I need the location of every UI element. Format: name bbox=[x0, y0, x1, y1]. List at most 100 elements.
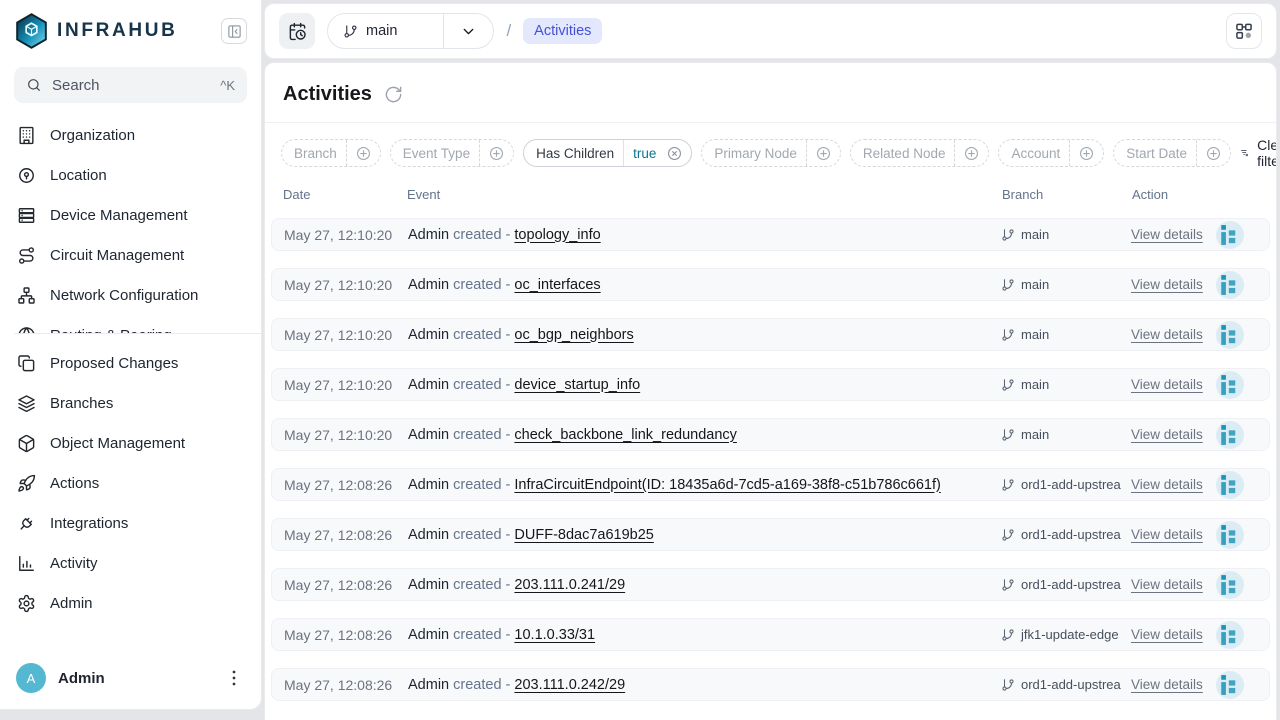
related-tree-button[interactable] bbox=[1216, 271, 1244, 299]
filter-chip-has-children[interactable]: Has Children true bbox=[523, 139, 692, 167]
activity-row: May 27, 12:08:26 Admin created - InfraCi… bbox=[271, 468, 1270, 501]
user-name: Admin bbox=[58, 670, 105, 687]
row-object-link[interactable]: 203.111.0.241/29 bbox=[514, 577, 625, 593]
related-tree-button[interactable] bbox=[1216, 621, 1244, 649]
panel-left-close-icon bbox=[227, 24, 242, 39]
sidebar-item-routing-peering[interactable]: Routing & Peering bbox=[0, 315, 261, 333]
column-header-event: Event bbox=[407, 187, 1002, 202]
clear-filters-button[interactable]: Clear filters bbox=[1240, 137, 1277, 169]
git-branch-icon bbox=[1001, 428, 1015, 442]
filter-chip-related-node[interactable]: Related Node bbox=[850, 139, 990, 167]
schema-button[interactable] bbox=[1226, 13, 1262, 49]
add-filter-button[interactable] bbox=[347, 146, 380, 161]
related-tree-button[interactable] bbox=[1216, 371, 1244, 399]
view-details-link[interactable]: View details bbox=[1131, 227, 1203, 242]
search-input[interactable]: Search ^K bbox=[14, 67, 247, 103]
branch-selector[interactable]: main bbox=[327, 13, 494, 49]
network-icon bbox=[17, 286, 36, 305]
view-details-link[interactable]: View details bbox=[1131, 577, 1203, 592]
related-tree-button[interactable] bbox=[1216, 671, 1244, 699]
breadcrumb[interactable]: Activities bbox=[523, 18, 602, 44]
row-verb: created - bbox=[453, 527, 510, 543]
row-object-link[interactable]: oc_bgp_neighbors bbox=[514, 327, 633, 343]
brand-title: INFRAHUB bbox=[57, 20, 178, 42]
column-header-action: Action bbox=[1132, 187, 1258, 202]
view-details-link[interactable]: View details bbox=[1131, 477, 1203, 492]
row-object-link[interactable]: device_startup_info bbox=[514, 377, 640, 393]
add-filter-button[interactable] bbox=[955, 146, 988, 161]
sidebar-item-location[interactable]: Location bbox=[0, 155, 261, 195]
related-tree-button[interactable] bbox=[1216, 421, 1244, 449]
remove-filter-button[interactable] bbox=[658, 146, 691, 161]
add-filter-button[interactable] bbox=[1197, 146, 1230, 161]
git-branch-icon bbox=[1001, 328, 1015, 342]
activity-row: May 27, 12:08:26 Admin created - 10.1.0.… bbox=[271, 618, 1270, 651]
view-details-link[interactable]: View details bbox=[1131, 427, 1203, 442]
sidebar-item-branches[interactable]: Branches bbox=[0, 383, 261, 423]
row-date: May 27, 12:08:26 bbox=[284, 677, 408, 693]
list-tree-icon bbox=[1216, 271, 1244, 299]
filter-chip-event-type[interactable]: Event Type bbox=[390, 139, 514, 167]
view-details-link[interactable]: View details bbox=[1131, 677, 1203, 692]
git-branch-icon bbox=[1001, 228, 1015, 242]
related-tree-button[interactable] bbox=[1216, 221, 1244, 249]
sidebar-item-device-management[interactable]: Device Management bbox=[0, 195, 261, 235]
related-tree-button[interactable] bbox=[1216, 471, 1244, 499]
row-object-link[interactable]: check_backbone_link_redundancy bbox=[514, 427, 737, 443]
activity-row: May 27, 12:08:26 Admin created - DUFF-8d… bbox=[271, 518, 1270, 551]
add-filter-button[interactable] bbox=[1070, 146, 1103, 161]
rows-mount: May 27, 12:10:20 Admin created - topolog… bbox=[271, 218, 1270, 701]
topbar: main / Activities bbox=[264, 3, 1277, 59]
sidebar-item-activity[interactable]: Activity bbox=[0, 543, 261, 583]
related-tree-button[interactable] bbox=[1216, 521, 1244, 549]
chart-icon bbox=[17, 554, 36, 573]
logo-row: INFRAHUB bbox=[0, 0, 261, 57]
location-icon bbox=[17, 166, 36, 185]
row-object-link[interactable]: 10.1.0.33/31 bbox=[514, 627, 595, 643]
sidebar-item-object-management[interactable]: Object Management bbox=[0, 423, 261, 463]
sidebar-item-organization[interactable]: Organization bbox=[0, 115, 261, 155]
clear-filters-label: Clear filters bbox=[1257, 137, 1277, 169]
sidebar-item-integrations[interactable]: Integrations bbox=[0, 503, 261, 543]
view-details-link[interactable]: View details bbox=[1131, 627, 1203, 642]
avatar[interactable]: A bbox=[16, 663, 46, 693]
row-verb: created - bbox=[453, 577, 510, 593]
collapse-sidebar-button[interactable] bbox=[221, 18, 247, 44]
row-branch: ord1-add-upstrea bbox=[1001, 677, 1131, 692]
row-object-link[interactable]: oc_interfaces bbox=[514, 277, 600, 293]
view-details-link[interactable]: View details bbox=[1131, 277, 1203, 292]
add-filter-button[interactable] bbox=[807, 146, 840, 161]
row-actor: Admin bbox=[408, 427, 449, 443]
user-menu-button[interactable] bbox=[223, 667, 245, 689]
row-branch: ord1-add-upstrea bbox=[1001, 577, 1131, 592]
row-actor: Admin bbox=[408, 227, 449, 243]
refresh-button[interactable] bbox=[384, 85, 403, 104]
filter-chip-account[interactable]: Account bbox=[998, 139, 1104, 167]
sidebar-item-network-configuration[interactable]: Network Configuration bbox=[0, 275, 261, 315]
infrahub-logo-icon bbox=[15, 13, 48, 49]
sidebar-item-circuit-management[interactable]: Circuit Management bbox=[0, 235, 261, 275]
view-details-link[interactable]: View details bbox=[1131, 527, 1203, 542]
time-travel-button[interactable] bbox=[279, 13, 315, 49]
sidebar-item-proposed-changes[interactable]: Proposed Changes bbox=[0, 343, 261, 383]
row-object-link[interactable]: 203.111.0.242/29 bbox=[514, 677, 625, 693]
filter-chip-branch[interactable]: Branch bbox=[281, 139, 381, 167]
filter-chip-start-date[interactable]: Start Date bbox=[1113, 139, 1231, 167]
filter-chip-primary-node[interactable]: Primary Node bbox=[701, 139, 841, 167]
related-tree-button[interactable] bbox=[1216, 571, 1244, 599]
building-icon bbox=[17, 126, 36, 145]
branch-dropdown-button[interactable] bbox=[443, 14, 493, 48]
related-tree-button[interactable] bbox=[1216, 321, 1244, 349]
activity-row: May 27, 12:10:20 Admin created - oc_inte… bbox=[271, 268, 1270, 301]
row-object-link[interactable]: DUFF-8dac7a619b25 bbox=[514, 527, 653, 543]
sidebar-item-admin[interactable]: Admin bbox=[0, 583, 261, 623]
view-details-link[interactable]: View details bbox=[1131, 377, 1203, 392]
add-filter-button[interactable] bbox=[480, 146, 513, 161]
row-object-link[interactable]: topology_info bbox=[514, 227, 600, 243]
git-branch-icon bbox=[1001, 628, 1015, 642]
row-object-link[interactable]: InfraCircuitEndpoint(ID: 18435a6d-7cd5-a… bbox=[514, 477, 940, 493]
rocket-icon bbox=[17, 474, 36, 493]
row-branch: jfk1-update-edge bbox=[1001, 627, 1131, 642]
view-details-link[interactable]: View details bbox=[1131, 327, 1203, 342]
sidebar-item-actions[interactable]: Actions bbox=[0, 463, 261, 503]
